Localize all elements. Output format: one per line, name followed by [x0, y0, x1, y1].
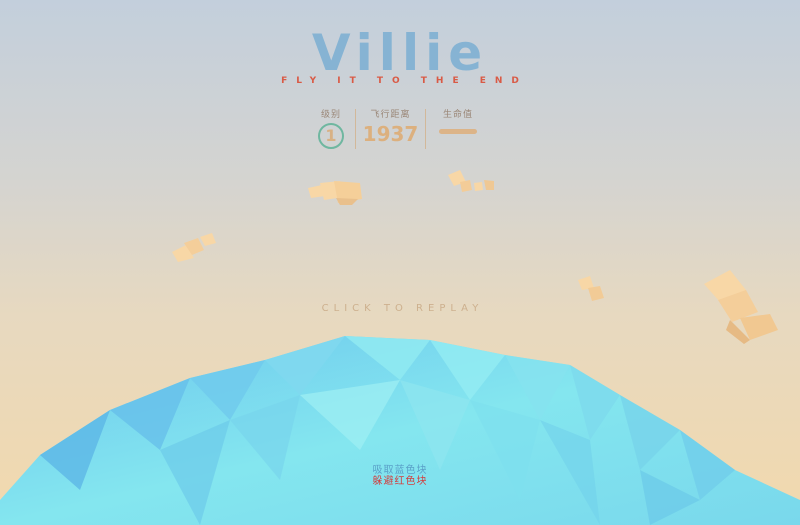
- cloud-cluster: [578, 276, 604, 301]
- level-label: 级别: [320, 110, 341, 120]
- life-bar-icon: [439, 129, 477, 134]
- distance-label: 飞行距离: [370, 110, 411, 120]
- avoid-hint: 躲避红色块: [372, 476, 428, 487]
- cloud-cluster: [448, 170, 494, 192]
- cloud-cluster: [308, 181, 362, 205]
- cloud-cluster: [172, 233, 216, 262]
- game-title: Villie: [311, 24, 489, 82]
- hud-level: 级别 1: [307, 107, 355, 151]
- planet-terrain: [0, 336, 800, 525]
- replay-button[interactable]: CLICK TO REPLAY: [0, 303, 800, 314]
- distance-value: 1937: [362, 122, 419, 146]
- level-value: 1: [325, 126, 337, 145]
- level-ring-icon: 1: [318, 123, 344, 149]
- life-label: 生命值: [442, 110, 473, 120]
- hud-life: 生命值: [426, 107, 490, 151]
- game-subtitle: FLY IT TO THE END: [281, 76, 528, 86]
- hud-distance: 飞行距离 1937: [356, 107, 425, 151]
- hud-panel: 级别 1 飞行距离 1937 生命值: [307, 107, 497, 151]
